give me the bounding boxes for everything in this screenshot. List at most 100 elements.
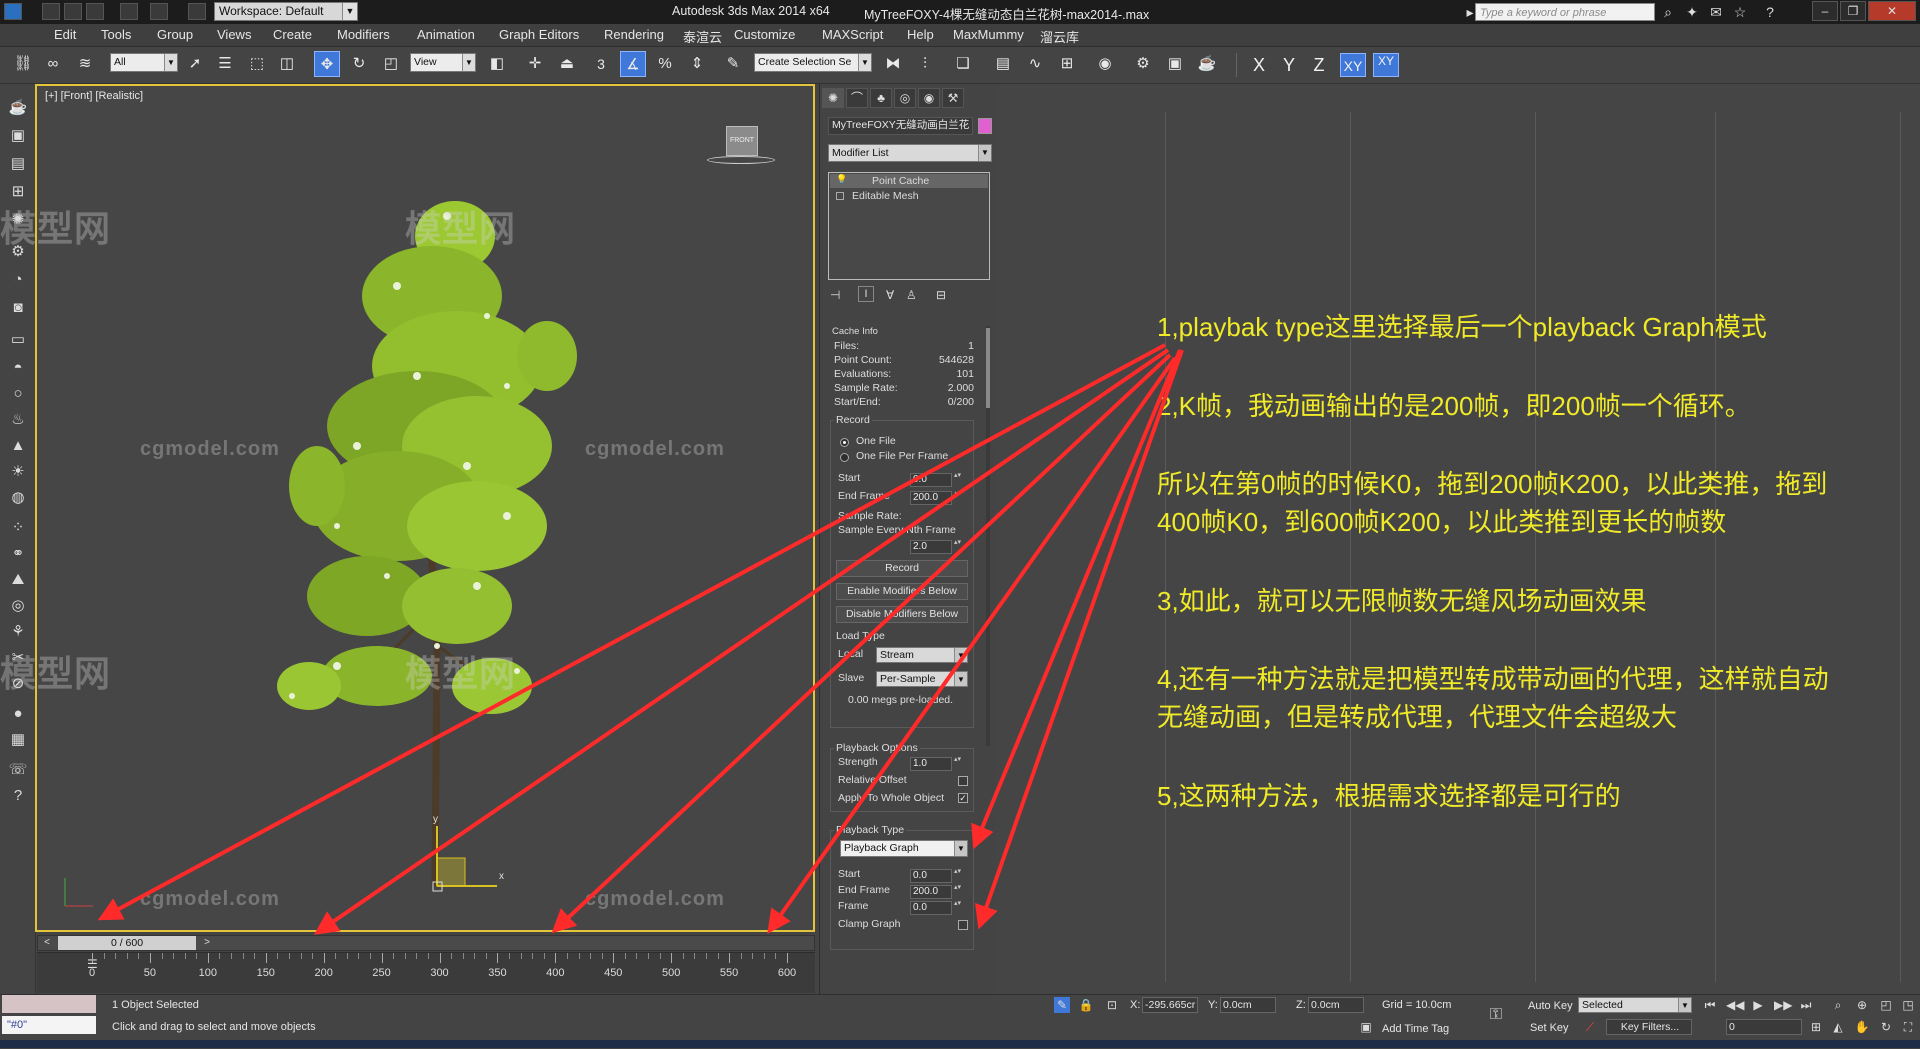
modify-tab-icon[interactable]: ⌒: [846, 88, 868, 108]
modifier-stack-item-point-cache[interactable]: 💡 Point Cache: [830, 174, 988, 188]
time-configuration-icon[interactable]: ⊞: [1808, 1019, 1824, 1035]
menu-group[interactable]: Group: [157, 27, 193, 42]
go-to-start-icon[interactable]: ⏮: [1702, 997, 1718, 1013]
grass-icon[interactable]: ⚘: [8, 622, 28, 642]
ball-icon[interactable]: ●: [8, 704, 28, 724]
new-file-icon[interactable]: [42, 3, 60, 20]
mirror-icon[interactable]: ⧓: [880, 51, 906, 77]
relative-offset-checkbox[interactable]: [958, 776, 968, 786]
grid-icon[interactable]: ⊞: [8, 182, 28, 202]
menu-views[interactable]: Views: [217, 27, 251, 42]
menu-animation[interactable]: Animation: [417, 27, 475, 42]
menu-customize[interactable]: Customize: [734, 27, 795, 42]
render-setup-icon[interactable]: ⚙: [1130, 51, 1156, 77]
remove-modifier-icon[interactable]: ♙: [906, 288, 917, 302]
display-tab-icon[interactable]: ◉: [918, 88, 940, 108]
menu-help[interactable]: Help: [907, 27, 934, 42]
object-name-field[interactable]: MyTreeFOXY无缝动画白兰花: [828, 117, 973, 135]
pan-hand-icon[interactable]: ✋: [1854, 1019, 1870, 1035]
unlink-icon[interactable]: ∞: [40, 51, 66, 77]
menu-cloud-render[interactable]: 泰渲云: [683, 27, 722, 46]
help-icon[interactable]: ?: [1762, 4, 1778, 20]
minimize-button[interactable]: –: [1812, 1, 1838, 21]
panel-icon[interactable]: ▦: [8, 730, 28, 750]
sun-icon[interactable]: ☀: [8, 462, 28, 482]
landscape-icon[interactable]: ⛰: [8, 570, 28, 590]
menu-tools[interactable]: Tools: [101, 27, 131, 42]
pivot-center-icon[interactable]: ◧: [484, 51, 510, 77]
record-button[interactable]: Record: [836, 560, 968, 577]
record-start-spinner[interactable]: 0.0: [910, 472, 962, 487]
menu-maxmummy[interactable]: MaxMummy: [953, 27, 1024, 42]
menu-edit[interactable]: Edit: [54, 27, 76, 42]
track-bar[interactable]: ☰ 0 50 100 150 200 250 300 350 400 450 500 550 600: [37, 952, 815, 993]
absolute-mode-icon[interactable]: ⊡: [1104, 997, 1120, 1013]
app-logo-icon[interactable]: [4, 3, 22, 20]
axis-xy-button[interactable]: XY: [1340, 53, 1366, 77]
dome-icon[interactable]: ◓: [8, 358, 28, 378]
communication-icon[interactable]: ✉: [1708, 4, 1724, 20]
menu-maxscript[interactable]: MAXScript: [822, 27, 883, 42]
next-frame-icon[interactable]: ▶▶: [1774, 997, 1792, 1013]
motion-tab-icon[interactable]: ◎: [894, 88, 916, 108]
create-tab-sun-icon[interactable]: ✺: [822, 88, 844, 108]
show-end-result-icon[interactable]: I: [858, 286, 874, 302]
next-frame-button[interactable]: >: [198, 936, 216, 950]
current-frame-field[interactable]: 0: [1726, 1019, 1802, 1035]
select-scale-icon[interactable]: ◰: [378, 51, 404, 77]
panel-scrollbar-thumb[interactable]: [986, 328, 990, 408]
modifier-stack-item-editable-mesh[interactable]: Editable Mesh: [830, 189, 988, 203]
plane-icon[interactable]: ▭: [8, 330, 28, 350]
close-button[interactable]: ✕: [1868, 1, 1916, 21]
window-crossing-icon[interactable]: ◫: [274, 51, 300, 77]
cone-icon[interactable]: ▲: [8, 436, 28, 456]
time-tag-icon[interactable]: ▣: [1358, 1019, 1374, 1035]
render-production-icon[interactable]: ☕: [1194, 51, 1220, 77]
list-icon[interactable]: ▤: [8, 154, 28, 174]
globe-icon[interactable]: ◎: [8, 596, 28, 616]
percent-snap-icon[interactable]: %: [652, 51, 678, 77]
axis-xy-cycle-button[interactable]: XY: [1373, 53, 1399, 77]
angle-snap-icon[interactable]: ∡: [620, 51, 646, 77]
key-mode-dropdown[interactable]: Selected ▼: [1578, 997, 1692, 1013]
clock-icon[interactable]: ◔: [8, 270, 28, 290]
previous-frame-icon[interactable]: ◀◀: [1726, 997, 1744, 1013]
modifier-list-dropdown[interactable]: Modifier List ▼: [828, 144, 992, 162]
maximize-viewport-icon[interactable]: ⛶: [1900, 1019, 1916, 1035]
favorites-star-icon[interactable]: ☆: [1732, 4, 1748, 20]
clamp-graph-checkbox[interactable]: [958, 920, 968, 930]
search-input[interactable]: Type a keyword or phrase: [1475, 3, 1655, 21]
zoom-extents-icon[interactable]: ◰: [1878, 997, 1894, 1013]
bulb-icon[interactable]: 💡: [836, 174, 847, 185]
select-by-name-icon[interactable]: ☰: [212, 51, 238, 77]
menu-graph-editors[interactable]: Graph Editors: [499, 27, 579, 42]
workspace-dropdown[interactable]: Workspace: Default ▼: [214, 2, 358, 21]
subscription-icon[interactable]: ✦: [1684, 4, 1700, 20]
rect-selection-icon[interactable]: ⬚: [244, 51, 270, 77]
save-file-icon[interactable]: [86, 3, 104, 20]
layer-manager-icon[interactable]: ❏: [950, 51, 976, 77]
render-icon[interactable]: ▣: [8, 126, 28, 146]
project-folder-icon[interactable]: [188, 3, 206, 20]
playback-type-dropdown[interactable]: Playback Graph ▼: [840, 840, 968, 857]
select-rotate-icon[interactable]: ↻: [346, 51, 372, 77]
set-key-icon[interactable]: ⟋: [1582, 1019, 1598, 1035]
axis-z-button[interactable]: Z: [1306, 53, 1332, 77]
y-coordinate-field[interactable]: 0.0cm: [1220, 997, 1276, 1013]
key-filters-button[interactable]: Key Filters...: [1606, 1019, 1692, 1035]
record-end-spinner[interactable]: 200.0: [910, 490, 962, 505]
snap-toggle-icon[interactable]: 3: [590, 51, 612, 77]
named-selection-set-dropdown[interactable]: Create Selection Se ▼: [754, 53, 872, 72]
link-icon[interactable]: ⛓: [10, 51, 36, 77]
one-file-per-frame-radio[interactable]: [840, 453, 849, 462]
modifier-stack[interactable]: 💡 Point Cache Editable Mesh: [828, 172, 990, 280]
set-key-button[interactable]: Set Key: [1530, 1022, 1569, 1034]
selection-filter-dropdown[interactable]: All ▼: [110, 53, 178, 72]
menu-cloud-library[interactable]: 溜云库: [1040, 27, 1079, 46]
time-slider-knob[interactable]: 0 / 600: [58, 936, 196, 950]
playback-end-spinner[interactable]: 200.0: [910, 884, 962, 899]
pin-stack-icon[interactable]: ⊣: [830, 288, 840, 302]
select-object-icon[interactable]: ➚: [182, 51, 208, 77]
phone-icon[interactable]: ☏: [8, 760, 28, 780]
configure-modifier-sets-icon[interactable]: ⊟: [936, 288, 946, 302]
